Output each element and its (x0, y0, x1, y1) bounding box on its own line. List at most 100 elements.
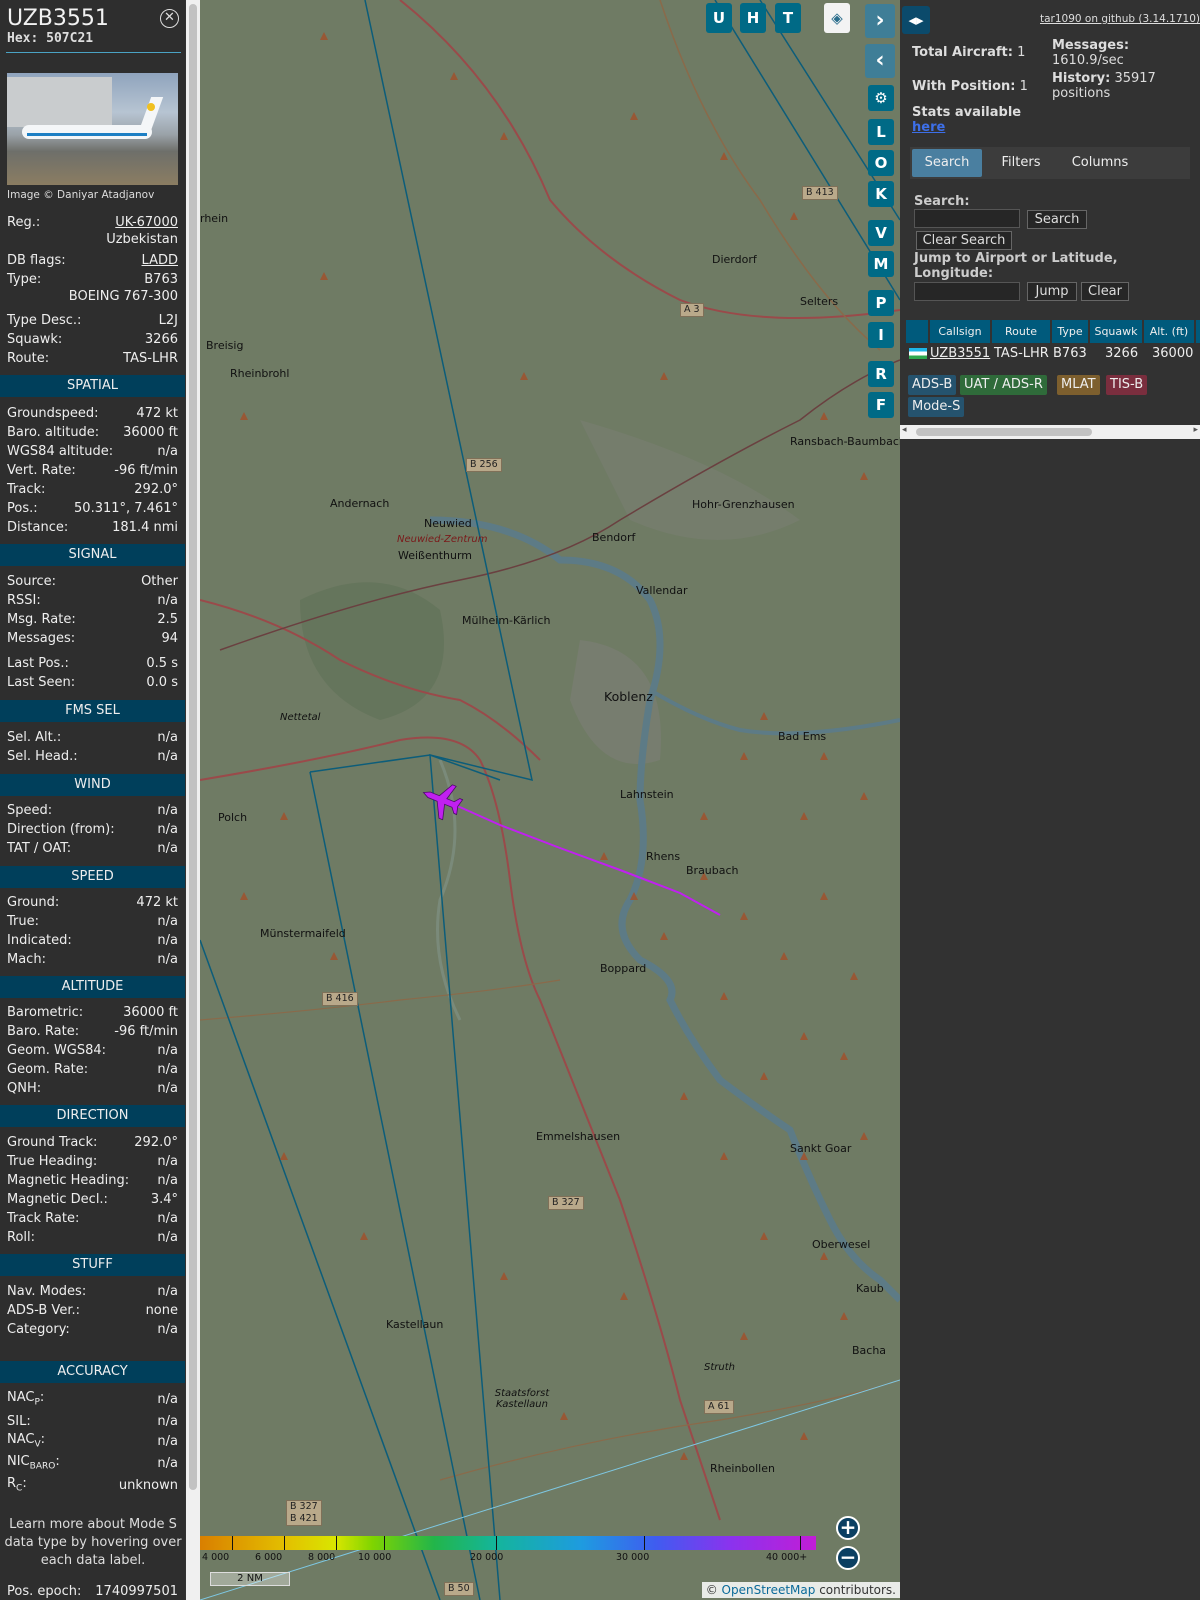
badge-mlat[interactable]: MLAT (1057, 375, 1100, 395)
layers-icon[interactable]: ◈ (824, 3, 850, 33)
tab-filters[interactable]: Filters (986, 149, 1056, 177)
info-label: Indicated: (7, 932, 72, 948)
map-label: Rheinbrohl (230, 367, 290, 380)
zoom-in-icon[interactable]: + (836, 1516, 860, 1540)
jump-button[interactable]: Jump (1027, 282, 1077, 301)
table-horizontal-scrollbar[interactable]: ◂ ▸ (900, 425, 1200, 439)
search-input[interactable] (914, 209, 1020, 228)
info-label: Category: (7, 1321, 70, 1337)
aircraft-callsign: UZB3551 (7, 6, 109, 31)
road-tag: B 413 (802, 186, 838, 200)
info-row: Direction (from): n/a (7, 820, 178, 838)
tab-search[interactable]: Search (912, 149, 982, 177)
chevron-right-icon[interactable]: › (865, 4, 895, 38)
info-value-link[interactable]: LADD (142, 253, 178, 268)
badge-adsb[interactable]: ADS-B (908, 375, 957, 395)
github-link[interactable]: tar1090 on github (3.14.1710) (1040, 13, 1200, 25)
colorbar-tick (644, 1536, 645, 1550)
info-label: True Heading: (7, 1153, 98, 1169)
info-row: True Heading: n/a (7, 1152, 178, 1170)
colorbar-label: 8 000 (308, 1552, 336, 1563)
info-label: Ground Track: (7, 1134, 98, 1150)
stats-link[interactable]: here (912, 120, 945, 135)
map-button-p[interactable]: P (868, 290, 894, 316)
info-label: Route: (7, 350, 50, 366)
info-row: Pos.: 50.311°, 7.461° (7, 499, 178, 517)
map-button-m[interactable]: M (868, 251, 894, 277)
row-callsign[interactable]: UZB3551 (930, 345, 990, 363)
info-row: Type: B763 (7, 270, 178, 288)
table-header-route[interactable]: Route (992, 320, 1050, 343)
with-position-label: With Position: (912, 79, 1016, 94)
info-value-link[interactable]: UK-67000 (115, 215, 178, 230)
badge-modes[interactable]: Mode-S (908, 397, 965, 417)
info-row: Barometric: 36000 ft (7, 1003, 178, 1021)
table-header-callsign[interactable]: Callsign (930, 320, 990, 343)
attribution-link[interactable]: OpenStreetMap (722, 1583, 816, 1597)
info-panel-scrollbar[interactable] (186, 0, 200, 1600)
road-tag: B 256 (466, 458, 502, 472)
map-button-v[interactable]: V (868, 220, 894, 246)
pos-epoch-label: Pos. epoch: (7, 1583, 82, 1599)
map-label: Selters (800, 295, 839, 308)
search-button[interactable]: Search (1027, 210, 1087, 229)
info-value: 0.5 s (146, 655, 178, 671)
info-label: Magnetic Heading: (7, 1172, 130, 1188)
map-button-h[interactable]: H (740, 3, 766, 33)
info-label: Track: (7, 481, 46, 497)
badge-uat[interactable]: UAT / ADS-R (960, 375, 1047, 395)
gear-icon[interactable]: ⚙ (868, 85, 894, 111)
info-row: NICBARO: n/a (7, 1454, 178, 1472)
info-row: Baro. altitude: 36000 ft (7, 423, 178, 441)
clear-button[interactable]: Clear (1081, 282, 1129, 301)
info-row: Nav. Modes: n/a (7, 1282, 178, 1300)
info-row: RC: unknown (7, 1476, 178, 1494)
aircraft-photo[interactable] (7, 73, 178, 185)
zoom-out-icon[interactable]: − (836, 1546, 860, 1570)
road-tag: B 327 B 421 (286, 1500, 322, 1526)
map-button-o[interactable]: O (868, 150, 894, 176)
map-label: Rheinbollen (710, 1462, 775, 1475)
info-label: Speed: (7, 802, 53, 818)
info-label: DB flags: (7, 252, 66, 268)
clear-search-button[interactable]: Clear Search (916, 231, 1012, 250)
table-header-squawk[interactable]: Squawk (1090, 320, 1142, 343)
colorbar-tick (336, 1536, 337, 1550)
map-button-t[interactable]: T (775, 3, 801, 33)
info-label: Geom. Rate: (7, 1061, 89, 1077)
info-label: Type Desc.: (7, 312, 82, 328)
map-label: Braubach (686, 864, 739, 877)
expand-toggle-icon[interactable]: ◂▸ (902, 6, 930, 34)
tab-columns[interactable]: Columns (1060, 149, 1140, 177)
info-row: Distance: 181.4 nmi (7, 518, 178, 536)
badge-tisb[interactable]: TIS-B (1106, 375, 1148, 395)
map-button-f[interactable]: F (868, 392, 894, 418)
table-header-alt[interactable]: Alt. (ft) (1144, 320, 1194, 343)
info-row: NACP: n/a (7, 1390, 178, 1408)
info-value: BOEING 767-300 (68, 289, 178, 304)
info-label: NACP: (7, 1390, 44, 1408)
map-button-r[interactable]: R (868, 361, 894, 387)
map-view[interactable]: Rheinbrohl Andernach Neuwied Neuwied-Zentru… (200, 0, 900, 1600)
info-value: n/a (157, 748, 178, 764)
road-tag: B 327 (548, 1196, 584, 1210)
photo-credit: Image © Daniyar Atadjanov (7, 189, 155, 201)
jump-input[interactable] (914, 282, 1020, 301)
map-label: Neuwied-Zentrum (397, 534, 488, 545)
section-spatial: SPATIAL (0, 375, 185, 397)
info-label: Source: (7, 573, 57, 589)
chevron-left-icon[interactable]: ‹ (865, 44, 895, 78)
info-label: RSSI: (7, 592, 41, 608)
info-row: Source: Other (7, 572, 178, 590)
close-icon[interactable]: ✕ (160, 9, 179, 28)
table-header-type[interactable]: Type (1052, 320, 1088, 343)
info-value: n/a (157, 1413, 178, 1429)
map-button-i[interactable]: I (868, 322, 894, 348)
map-label: Mülheim-Kärlich (462, 614, 551, 627)
colorbar-label: 30 000 (616, 1552, 650, 1563)
info-value: n/a (157, 821, 178, 837)
info-value: -96 ft/min (114, 462, 178, 478)
map-button-k[interactable]: K (868, 181, 894, 207)
map-button-l[interactable]: L (868, 119, 894, 145)
map-button-u[interactable]: U (706, 3, 732, 33)
